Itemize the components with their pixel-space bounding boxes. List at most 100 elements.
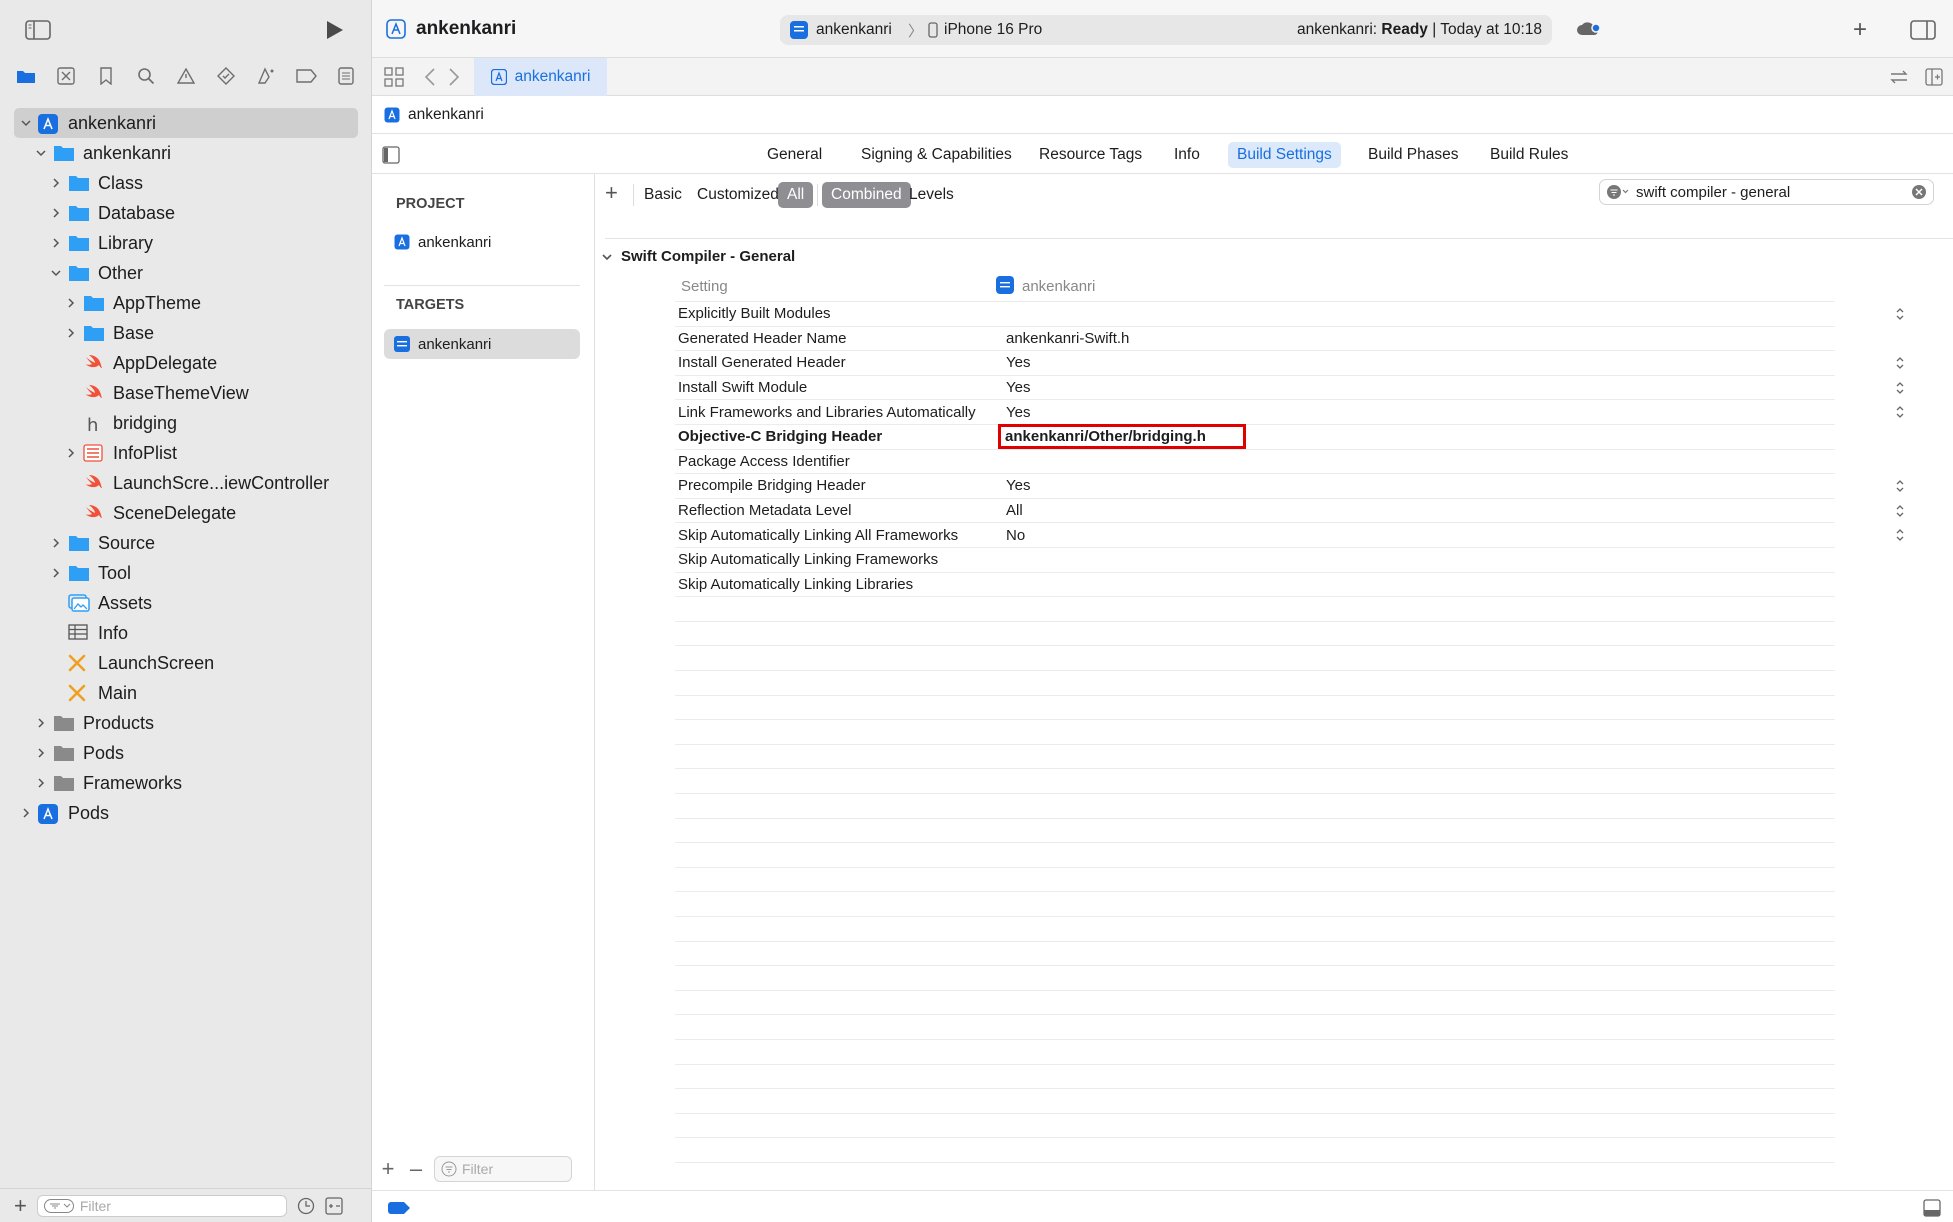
activity-view[interactable]: ankenkanri 〉 iPhone 16 Pro ankenkanri: R… [780, 15, 1552, 45]
debug-icon[interactable] [255, 65, 277, 87]
tab-resource-tags[interactable]: Resource Tags [1030, 142, 1151, 168]
jump-bar-item[interactable]: ankenkanri [408, 106, 484, 124]
chevron-right-icon[interactable] [20, 807, 32, 819]
setting-row[interactable]: Package Access Identifier [675, 450, 1835, 475]
tab-signing-capabilities[interactable]: Signing & Capabilities [852, 142, 1021, 168]
filter-basic[interactable]: Basic [635, 182, 691, 208]
setting-row[interactable]: Generated Header Name ankenkanri-Swift.h [675, 327, 1835, 352]
setting-row[interactable]: Install Swift Module Yes [675, 376, 1904, 401]
tree-item[interactable]: Pods [0, 738, 372, 768]
chevron-right-icon[interactable] [35, 717, 47, 729]
tree-item[interactable]: Assets [0, 588, 372, 618]
cloud-status-icon[interactable] [1576, 20, 1602, 38]
filter-combined[interactable]: Combined [822, 182, 911, 208]
setting-row[interactable]: Explicitly Built Modules [675, 302, 1904, 327]
chevron-right-icon[interactable] [50, 237, 62, 249]
run-button[interactable] [324, 20, 344, 40]
add-target-icon[interactable]: + [378, 1156, 398, 1182]
setting-value[interactable]: All [1006, 502, 1023, 519]
setting-value[interactable]: Yes [1006, 404, 1030, 421]
sidebar-toggle-icon[interactable] [25, 20, 51, 40]
chevron-right-icon[interactable] [50, 567, 62, 579]
tree-item[interactable]: ankenkanri [0, 138, 372, 168]
tab-general[interactable]: General [758, 142, 831, 168]
swap-icon[interactable] [1889, 69, 1909, 85]
report-icon[interactable] [335, 65, 357, 87]
setting-row[interactable]: Reflection Metadata Level All [675, 499, 1904, 524]
stepper-icon[interactable] [1895, 528, 1905, 542]
setting-value[interactable]: ankenkanri-Swift.h [1006, 330, 1129, 347]
stepper-icon[interactable] [1895, 356, 1905, 370]
chevron-down-icon[interactable] [50, 267, 62, 279]
tree-item[interactable]: BaseThemeView [0, 378, 372, 408]
tree-item[interactable]: Base [0, 318, 372, 348]
setting-row[interactable]: Skip Automatically Linking All Framework… [675, 523, 1904, 548]
chevron-right-icon[interactable] [35, 747, 47, 759]
filter-customized[interactable]: Customized [688, 182, 788, 208]
target-item[interactable]: ankenkanri [384, 329, 580, 359]
tree-item[interactable]: Source [0, 528, 372, 558]
tree-item[interactable]: Database [0, 198, 372, 228]
tab-info[interactable]: Info [1165, 142, 1209, 168]
tab-ankenkanri[interactable]: ankenkanri [474, 58, 607, 96]
issue-icon[interactable] [175, 65, 197, 87]
filter-menu-icon[interactable] [1606, 184, 1630, 200]
targets-filter-field[interactable]: Filter [434, 1156, 572, 1182]
split-editor-icon[interactable] [1925, 68, 1943, 86]
tree-item[interactable]: LaunchScreen [0, 648, 372, 678]
tree-item[interactable]: LaunchScre...iewController [0, 468, 372, 498]
filter-field[interactable]: Filter [36, 1194, 287, 1217]
tree-item[interactable]: SceneDelegate [0, 498, 372, 528]
tree-item[interactable]: ankenkanri [14, 108, 358, 138]
setting-value[interactable]: No [1006, 527, 1025, 544]
stepper-icon[interactable] [1895, 504, 1905, 518]
setting-value[interactable]: Yes [1006, 379, 1030, 396]
find-icon[interactable] [135, 65, 157, 87]
tree-item[interactable]: Pods [0, 798, 372, 828]
tree-item[interactable]: Frameworks [0, 768, 372, 798]
folder-navigator-icon[interactable] [15, 65, 37, 87]
chevron-right-icon[interactable] [65, 297, 77, 309]
chevron-right-icon[interactable] [35, 777, 47, 789]
project-item[interactable]: ankenkanri [384, 228, 580, 256]
scheme-selector[interactable]: ankenkanri [816, 21, 892, 39]
setting-row[interactable]: Skip Automatically Linking Libraries [675, 573, 1835, 598]
tree-item[interactable]: InfoPlist [0, 438, 372, 468]
tree-item[interactable]: AppTheme [0, 288, 372, 318]
tree-item[interactable]: Other [0, 258, 372, 288]
stepper-icon[interactable] [1895, 307, 1905, 321]
chevron-right-icon[interactable] [65, 447, 77, 459]
chevron-down-icon[interactable] [20, 117, 32, 129]
remove-target-icon[interactable]: – [406, 1156, 426, 1182]
filter-levels[interactable]: Levels [900, 182, 963, 208]
tree-item[interactable]: Products [0, 708, 372, 738]
recent-files-icon[interactable] [297, 1197, 315, 1215]
tree-item[interactable]: Class [0, 168, 372, 198]
tree-item[interactable]: Tool [0, 558, 372, 588]
tree-item[interactable]: Info [0, 618, 372, 648]
toggle-targets-icon[interactable] [382, 146, 400, 164]
setting-value[interactable]: Yes [1006, 354, 1030, 371]
tree-item[interactable]: Library [0, 228, 372, 258]
grid-icon[interactable] [384, 67, 404, 87]
chevron-down-icon[interactable] [35, 147, 47, 159]
source-control-filter-icon[interactable] [325, 1196, 343, 1215]
debug-area-icon[interactable] [388, 1202, 410, 1214]
filter-all[interactable]: All [778, 182, 814, 208]
chevron-right-icon[interactable] [50, 537, 62, 549]
stepper-icon[interactable] [1895, 405, 1905, 419]
stepper-icon[interactable] [1895, 479, 1905, 493]
tree-item[interactable]: h bridging [0, 408, 372, 438]
inspector-toggle-icon[interactable] [1910, 20, 1936, 40]
stepper-icon[interactable] [1895, 381, 1905, 395]
section-header[interactable]: Swift Compiler - General [601, 248, 795, 265]
setting-row[interactable]: Link Frameworks and Libraries Automatica… [675, 400, 1904, 425]
add-icon[interactable]: + [14, 1193, 27, 1219]
debug-toggle-icon[interactable] [1923, 1199, 1941, 1217]
chevron-right-icon[interactable] [50, 207, 62, 219]
tab-build-phases[interactable]: Build Phases [1359, 142, 1467, 168]
setting-row[interactable]: Objective-C Bridging Header ankenkanri/Ot… [675, 424, 1835, 450]
chevron-right-icon[interactable] [50, 177, 62, 189]
test-icon[interactable] [215, 65, 237, 87]
bookmark-icon[interactable] [95, 65, 117, 87]
